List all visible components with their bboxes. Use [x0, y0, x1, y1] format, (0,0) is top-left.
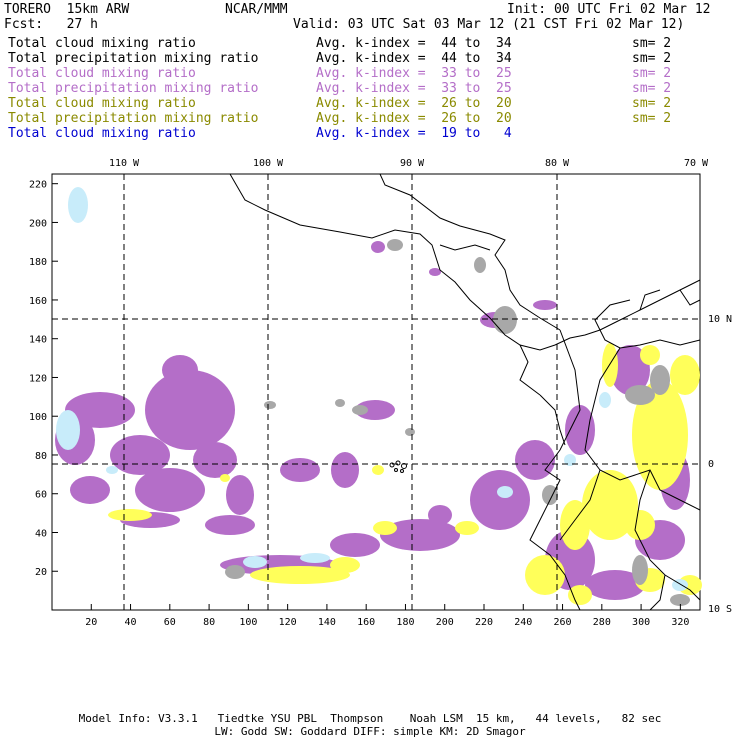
y-tick-label: 40: [35, 528, 47, 539]
y-tick-label: 120: [29, 373, 47, 384]
y-tick-label: 80: [35, 451, 47, 462]
model-info-line2: LW: Godd SW: Goddard DIFF: simple KM: 2D…: [214, 725, 526, 738]
y-tick-label: 140: [29, 335, 47, 346]
x-tick-label: 40: [125, 617, 137, 628]
y-tick-label: 20: [35, 567, 47, 578]
x-tick-label: 140: [318, 617, 336, 628]
x-tick-label: 60: [164, 617, 176, 628]
x-tick-label: 280: [593, 617, 611, 628]
y-tick-label: 180: [29, 257, 47, 268]
lon-label: 100 W: [253, 158, 284, 169]
lon-label: 70 W: [684, 158, 709, 169]
map-panel: 20 40 60 80 100 120 140 160 180 200 220 240 260 280 30…: [29, 158, 732, 628]
x-tick-label: 80: [203, 617, 215, 628]
model-info-line1: Model Info: V3.3.1 Tiedtke YSU PBL Thomp…: [78, 712, 662, 725]
x-tick-label: 180: [396, 617, 414, 628]
lat-label: 0: [708, 459, 714, 470]
y-tick-label: 100: [29, 412, 47, 423]
x-tick-label: 220: [475, 617, 493, 628]
x-tick-label: 100: [239, 617, 257, 628]
x-tick-label: 300: [632, 617, 650, 628]
x-tick-label: 160: [357, 617, 375, 628]
lon-label: 90 W: [400, 158, 425, 169]
x-tick-label: 120: [279, 617, 297, 628]
lon-label: 110 W: [109, 158, 140, 169]
x-tick-label: 320: [671, 617, 689, 628]
y-tick-label: 160: [29, 296, 47, 307]
x-tick-label: 20: [85, 617, 97, 628]
y-tick-label: 200: [29, 218, 47, 229]
x-tick-label: 240: [514, 617, 532, 628]
lon-label: 80 W: [545, 158, 570, 169]
lat-label: 10 S: [708, 604, 732, 615]
y-tick-label: 60: [35, 490, 47, 501]
lat-label: 10 N: [708, 314, 732, 325]
y-tick-label: 220: [29, 180, 47, 191]
x-tick-label: 200: [436, 617, 454, 628]
x-tick-label: 260: [554, 617, 572, 628]
